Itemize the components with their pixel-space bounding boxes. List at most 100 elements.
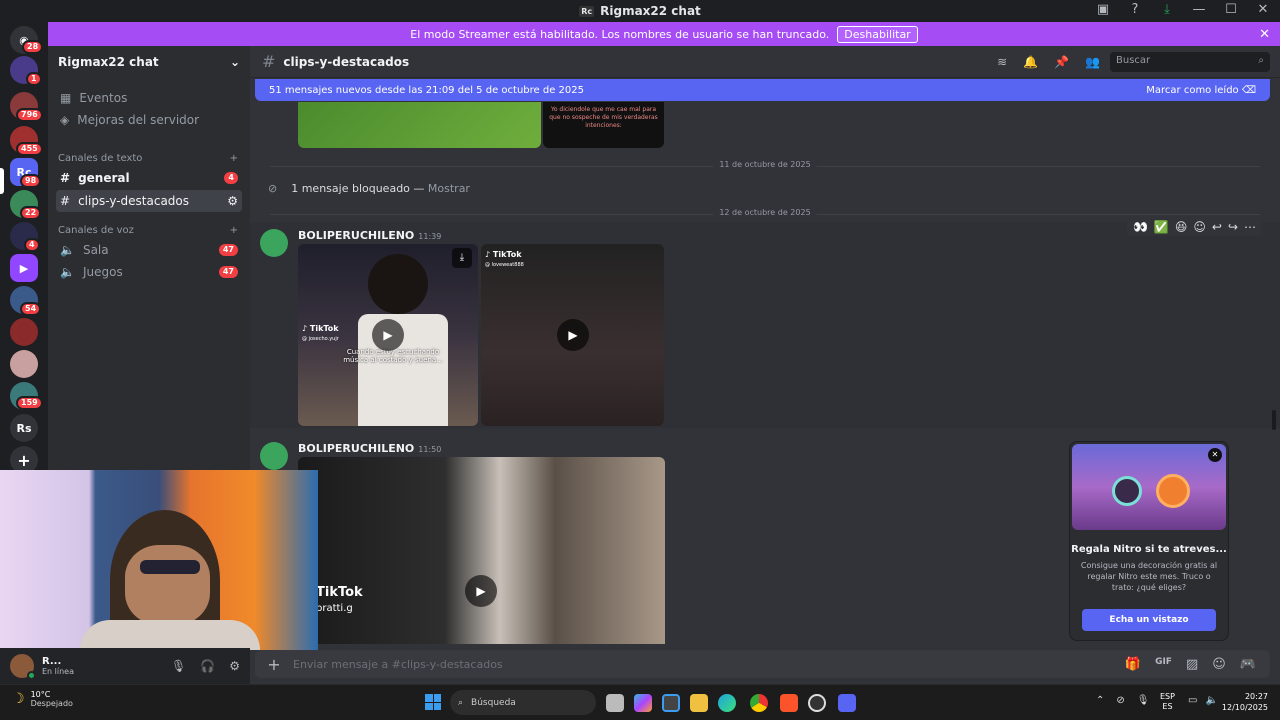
play-button[interactable]: ▶ xyxy=(372,319,404,351)
more-icon[interactable]: ⋯ xyxy=(1244,220,1256,234)
text-category[interactable]: Canales de texto + xyxy=(58,153,238,164)
close-popup-icon[interactable]: ✕ xyxy=(1208,448,1222,462)
video-attachment[interactable]: TikTok bratti.g ▶ xyxy=(298,457,665,644)
server-icon[interactable] xyxy=(10,318,38,346)
headphones-icon[interactable]: 🎧 xyxy=(200,659,215,673)
gear-icon[interactable]: ⚙ xyxy=(227,194,238,208)
minimize-icon[interactable]: — xyxy=(1190,2,1208,17)
microphone-icon[interactable]: 🎙 xyxy=(171,659,186,673)
search-input[interactable]: Buscar ⌕ xyxy=(1110,52,1270,72)
apps-icon[interactable]: 🎮 xyxy=(1240,657,1256,672)
server-badge: 159 xyxy=(16,396,43,410)
chrome-icon[interactable] xyxy=(750,694,768,712)
voice-channel-sala[interactable]: 🔈 Sala 47 xyxy=(56,239,242,261)
laugh-reaction-icon[interactable]: 😆 xyxy=(1175,220,1188,234)
download-icon[interactable]: ⤓ xyxy=(452,248,472,268)
close-banner-icon[interactable]: ✕ xyxy=(1259,27,1270,42)
members-icon[interactable]: 👥 xyxy=(1085,55,1100,69)
events-label: Eventos xyxy=(79,91,128,105)
new-messages-bar[interactable]: 51 mensajes nuevos desde las 21:09 del 5… xyxy=(255,79,1270,101)
attachment-image[interactable] xyxy=(298,102,541,148)
username[interactable]: R... xyxy=(42,656,74,667)
weather-widget[interactable]: ☽ 10°C Despejado xyxy=(12,690,73,708)
add-attachment-icon[interactable]: + xyxy=(255,655,293,674)
download-icon[interactable]: ⤓ xyxy=(1158,2,1176,17)
server-badge: 4 xyxy=(24,238,40,252)
pin-icon[interactable]: 📌 xyxy=(1054,55,1069,69)
disable-streamer-button[interactable]: Deshabilitar xyxy=(837,25,918,43)
speaker-icon: 🔈 xyxy=(60,265,75,279)
copilot-icon[interactable] xyxy=(634,694,652,712)
channel-general[interactable]: # general 4 xyxy=(56,167,242,189)
popup-cta-button[interactable]: Echa un vistazo xyxy=(1082,609,1216,631)
monitor-icon[interactable]: ▭ xyxy=(1188,695,1197,706)
author-name[interactable]: BOLIPERUCHILENO xyxy=(298,442,414,455)
promo-image xyxy=(1072,444,1226,530)
message-row: BOLIPERUCHILENO 11:39 👀 ✅ 😆 ☺ ↩ ↪ ⋯ ♪ Tik… xyxy=(250,218,1280,428)
settings-gear-icon[interactable]: ⚙ xyxy=(229,659,240,673)
server-icon-rs[interactable]: Rs xyxy=(10,414,38,442)
date-divider: 12 de octubre de 2025 xyxy=(270,208,1260,217)
hash-icon: # xyxy=(60,171,71,185)
server-icon[interactable] xyxy=(10,350,38,378)
scrollbar-thumb[interactable] xyxy=(1272,410,1276,430)
taskbar-search[interactable]: ⌕ Búsqueda xyxy=(450,690,596,715)
twitch-server-icon[interactable]: ▶ xyxy=(10,254,38,282)
events-item[interactable]: ▦ Eventos xyxy=(56,87,242,109)
threads-icon[interactable]: ≋ xyxy=(997,55,1007,69)
edge-icon[interactable] xyxy=(718,694,736,712)
add-channel-icon[interactable]: + xyxy=(230,225,238,236)
discord-icon[interactable] xyxy=(838,694,856,712)
reply-icon[interactable]: ↩ xyxy=(1212,220,1222,234)
help-icon[interactable]: ? xyxy=(1126,2,1144,17)
video-attachment[interactable]: ♪ TikTok @ loveweat888 ▶ xyxy=(481,244,664,426)
brave-icon[interactable] xyxy=(780,694,798,712)
message-composer[interactable]: + Enviar mensaje a #clips-y-destacados 🎁… xyxy=(255,650,1270,678)
mark-read-button[interactable]: Marcar como leído ⌫ xyxy=(1146,85,1256,96)
inbox-icon[interactable]: ▣ xyxy=(1094,2,1112,17)
new-messages-text: 51 mensajes nuevos desde las 21:09 del 5… xyxy=(269,84,584,96)
sticker-icon[interactable]: ▨ xyxy=(1186,657,1198,672)
emoji-icon[interactable]: ☺ xyxy=(1212,657,1226,672)
maximize-icon[interactable]: ☐ xyxy=(1222,2,1240,17)
channel-badge: 47 xyxy=(218,244,238,256)
user-avatar[interactable] xyxy=(10,654,36,680)
channel-clips-y-destacados[interactable]: # clips-y-destacados ⚙ xyxy=(56,190,242,212)
play-button[interactable]: ▶ xyxy=(557,319,589,351)
avatar[interactable] xyxy=(260,442,288,470)
clock-date: 12/10/2025 xyxy=(1221,703,1268,712)
play-button[interactable]: ▶ xyxy=(465,575,497,607)
server-badge: 455 xyxy=(16,142,43,156)
close-window-icon[interactable]: ✕ xyxy=(1254,2,1272,17)
gif-icon[interactable]: GIF xyxy=(1155,657,1172,672)
server-header[interactable]: Rigmax22 chat ⌄ xyxy=(48,46,250,78)
bell-icon[interactable]: 🔔 xyxy=(1023,55,1038,69)
voice-channel-juegos[interactable]: 🔈 Juegos 47 xyxy=(56,261,242,283)
avatar[interactable] xyxy=(260,229,288,257)
language-indicator[interactable]: ESP ES xyxy=(1160,692,1175,712)
popup-body: Consigue una decoración gratis al regala… xyxy=(1080,561,1218,592)
volume-icon[interactable]: 🔈 xyxy=(1205,695,1217,706)
add-channel-icon[interactable]: + xyxy=(230,153,238,164)
eyes-reaction-icon[interactable]: 👀 xyxy=(1133,220,1148,234)
forward-icon[interactable]: ↪ xyxy=(1228,220,1238,234)
task-view-icon[interactable] xyxy=(606,694,624,712)
author-name[interactable]: BOLIPERUCHILENO xyxy=(298,229,414,242)
start-button[interactable] xyxy=(425,694,441,710)
voice-category[interactable]: Canales de voz + xyxy=(58,225,238,236)
attachment-image[interactable]: Yo diciendole que me cae mal para que no… xyxy=(543,102,664,148)
check-reaction-icon[interactable]: ✅ xyxy=(1154,220,1169,234)
boosts-item[interactable]: ◈ Mejoras del servidor xyxy=(56,109,242,131)
gift-icon[interactable]: 🎁 xyxy=(1125,657,1141,672)
mic-tray-icon[interactable]: 🎙 xyxy=(1137,695,1150,706)
show-blocked-link[interactable]: Mostrar xyxy=(428,182,470,195)
message-input[interactable]: Enviar mensaje a #clips-y-destacados xyxy=(293,658,503,671)
store-icon[interactable] xyxy=(662,694,680,712)
clock[interactable]: 20:27 12/10/2025 xyxy=(1222,691,1268,713)
network-off-icon[interactable]: ⊘ xyxy=(1116,695,1124,706)
video-attachment[interactable]: ♪ TikTok @ josecho.yujr Cuando estoy esc… xyxy=(298,244,478,426)
explorer-icon[interactable] xyxy=(690,694,708,712)
add-reaction-icon[interactable]: ☺ xyxy=(1193,220,1206,234)
obs-icon[interactable] xyxy=(808,694,826,712)
chevron-up-icon[interactable]: ⌃ xyxy=(1096,695,1104,706)
